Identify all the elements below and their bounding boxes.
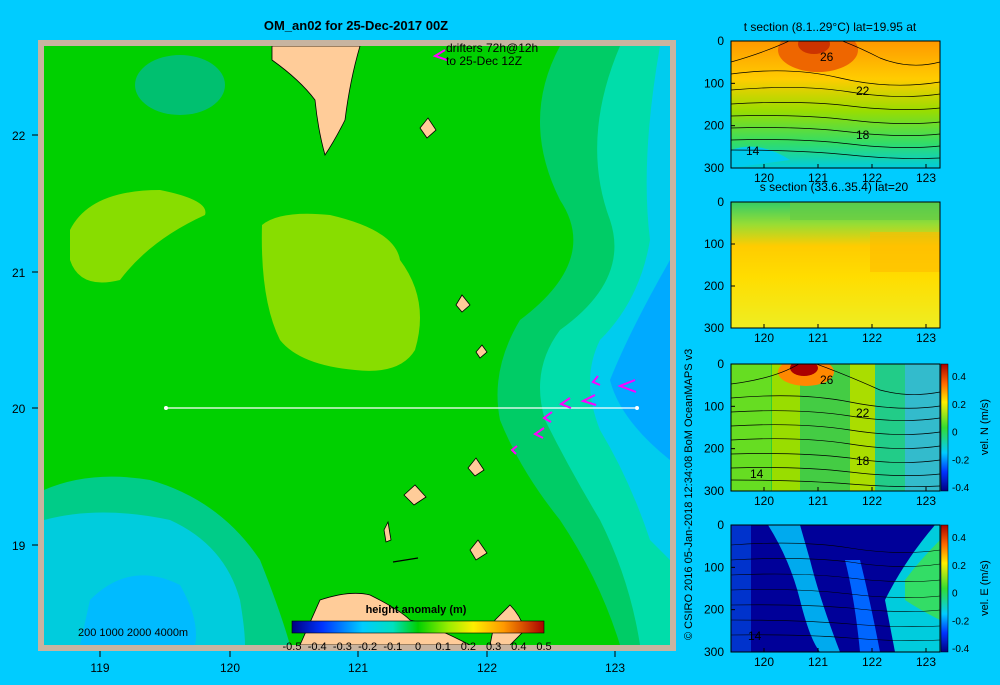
t-contour-label: 18	[856, 128, 870, 142]
vel-tick-label: 0.4	[952, 372, 966, 383]
lat-tick: 21	[12, 266, 26, 280]
section-lon-tick-label: 122	[862, 655, 882, 669]
vel-e-label: vel. E (m/s)	[979, 560, 991, 616]
vel-e-section-panel: 14	[730, 524, 941, 653]
colorbar-tick-label: -0.4	[308, 641, 327, 653]
lat-tick: 20	[12, 402, 26, 416]
colorbar-tick-label: -0.5	[283, 641, 302, 653]
vel-tick-label: 0	[952, 428, 958, 439]
n-contour-label: 14	[750, 467, 764, 481]
section-lon-tick-label: 120	[754, 494, 774, 508]
colorbar-tick-label: 0	[415, 641, 421, 653]
depth-tick-label: 200	[704, 279, 724, 293]
n-contour-label: 26	[820, 373, 834, 387]
section-lon-tick-label: 121	[808, 494, 828, 508]
map-panel: OM_an02 for 25-Dec-2017 00Z drifters 72h…	[12, 18, 676, 675]
depth-tick-label: 200	[704, 119, 724, 133]
depth-tick-label: 100	[704, 399, 724, 413]
section-lon-tick-label: 120	[754, 171, 774, 185]
depth-tick-label: 0	[717, 195, 724, 209]
section-lon-tick-label: 123	[916, 494, 936, 508]
t-contour-label: 26	[820, 50, 834, 64]
lat-tick: 22	[12, 129, 26, 143]
t-section-panel: t section (8.1..29°C) lat=19.95 at 26 22…	[730, 20, 941, 169]
vel-tick-label: 0	[952, 589, 958, 600]
depth-tick-label: 200	[704, 442, 724, 456]
s-section-title: s section (33.6..35.4) lat=20	[760, 180, 909, 194]
vel-tick-label: -0.2	[952, 455, 970, 466]
t-section-title: t section (8.1..29°C) lat=19.95 at	[744, 20, 917, 34]
colorbar-tick-label: 0.5	[536, 641, 551, 653]
n-contour-label: 22	[856, 406, 870, 420]
colorbar-tick-label: -0.2	[358, 641, 377, 653]
depth-tick-label: 100	[704, 560, 724, 574]
vel-tick-label: -0.4	[952, 483, 970, 494]
section-lon-tick-label: 121	[808, 171, 828, 185]
drifters-label-line1: drifters 72h@12h	[446, 41, 538, 55]
colorbar-tick-label: -0.3	[333, 641, 352, 653]
colorbar-tick-label: 0.3	[486, 641, 501, 653]
vel-n-colorbar: vel. N (m/s)	[940, 363, 991, 492]
colorbar-title: height anomaly (m)	[366, 604, 467, 616]
t-contour-label: 14	[746, 144, 760, 158]
depth-tick-label: 0	[717, 34, 724, 48]
vel-tick-label: -0.2	[952, 616, 970, 627]
section-lon-tick-label: 120	[754, 655, 774, 669]
lon-tick: 122	[477, 661, 497, 675]
depth-tick-label: 100	[704, 76, 724, 90]
section-lon-tick-label: 122	[862, 171, 882, 185]
t-contour-label: 22	[856, 84, 870, 98]
vel-colorbar-ticks: 0.4 0.2 0 -0.2 -0.4 0.4 0.2 0 -0.2 -0.4	[952, 372, 970, 655]
lon-tick: 123	[605, 661, 625, 675]
depth-tick-label: 300	[704, 161, 724, 175]
depth-tick-label: 200	[704, 603, 724, 617]
n-contour-label: 18	[856, 454, 870, 468]
lat-tick: 19	[12, 539, 26, 553]
vel-n-label: vel. N (m/s)	[979, 399, 991, 455]
s-section-panel: s section (33.6..35.4) lat=20	[730, 180, 941, 329]
depth-tick-label: 300	[704, 645, 724, 659]
e-contour-label: 14	[748, 629, 762, 643]
section-lon-tick-label: 123	[916, 171, 936, 185]
drifters-label-line2: to 25-Dec 12Z	[446, 54, 522, 68]
vel-tick-label: -0.4	[952, 644, 970, 655]
depth-tick-label: 0	[717, 518, 724, 532]
vel-tick-label: 0.2	[952, 400, 966, 411]
height-anomaly-field	[44, 46, 670, 645]
colorbar-ticks: -0.5 -0.4 -0.3 -0.2 -0.1 0 0.1 0.2 0.3 0.4 0.5	[283, 641, 552, 653]
depth-legend: 200 1000 2000 4000m	[78, 627, 188, 639]
map-title: OM_an02 for 25-Dec-2017 00Z	[264, 18, 448, 33]
section-lon-tick-label: 123	[916, 331, 936, 345]
section-lon-tick-label: 123	[916, 655, 936, 669]
figure: OM_an02 for 25-Dec-2017 00Z drifters 72h…	[12, 18, 991, 675]
vel-tick-label: 0.4	[952, 533, 966, 544]
colorbar-tick-label: -0.1	[383, 641, 402, 653]
depth-tick-label: 0	[717, 357, 724, 371]
lon-tick: 119	[90, 661, 109, 675]
section-lon-tick-label: 121	[808, 655, 828, 669]
section-lon-tick-label: 122	[862, 331, 882, 345]
depth-tick-label: 300	[704, 484, 724, 498]
vel-e-colorbar: vel. E (m/s)	[940, 524, 991, 653]
section-lon-tick-label: 121	[808, 331, 828, 345]
vel-n-section-panel: 26 22 18 14	[730, 363, 941, 492]
section-lon-tick-label: 122	[862, 494, 882, 508]
depth-tick-label: 300	[704, 321, 724, 335]
colorbar-tick-label: 0.1	[436, 641, 451, 653]
lon-tick: 121	[348, 661, 368, 675]
colorbar-tick-label: 0.4	[511, 641, 526, 653]
copyright-text: © CSIRO 2016 05-Jan-2018 12:34:08 BoM Oc…	[683, 349, 695, 640]
depth-tick-label: 100	[704, 237, 724, 251]
vel-tick-label: 0.2	[952, 561, 966, 572]
colorbar-tick-label: 0.2	[461, 641, 476, 653]
section-lon-tick-label: 120	[754, 331, 774, 345]
lon-tick: 120	[220, 661, 240, 675]
colorbar	[291, 620, 545, 634]
